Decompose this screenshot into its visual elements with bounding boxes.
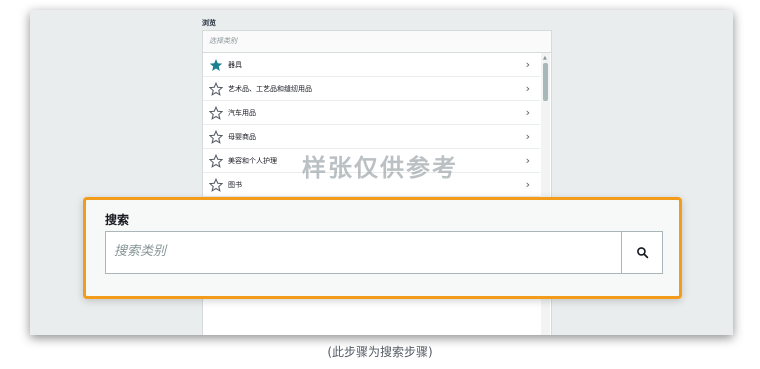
scrollbar-thumb[interactable] xyxy=(543,63,548,101)
scroll-up-icon[interactable]: ▲ xyxy=(543,55,547,61)
category-item-arts-crafts[interactable]: 艺术品、工艺品和缝纫用品 › xyxy=(203,77,540,101)
search-icon xyxy=(636,247,648,259)
chevron-right-icon: › xyxy=(525,58,530,71)
watermark: 样张仅供参考 xyxy=(302,154,458,182)
select-category-field[interactable]: 选择类别 xyxy=(203,31,551,53)
chevron-right-icon: › xyxy=(525,106,530,119)
category-label: 器具 xyxy=(228,60,242,69)
search-card-highlighted: 搜索 xyxy=(83,197,682,299)
category-item-baby[interactable]: 母婴商品 › xyxy=(203,125,540,149)
star-filled-icon[interactable] xyxy=(209,58,223,72)
category-label: 母婴商品 xyxy=(228,132,256,141)
category-label: 艺术品、工艺品和缝纫用品 xyxy=(228,84,312,93)
category-label: 汽车用品 xyxy=(228,108,256,117)
search-title: 搜索 xyxy=(105,213,130,227)
search-row xyxy=(105,231,663,274)
category-item-automotive[interactable]: 汽车用品 › xyxy=(203,101,540,125)
star-outline-icon[interactable] xyxy=(209,105,223,120)
browse-label: 浏览 xyxy=(202,19,216,27)
star-outline-icon[interactable] xyxy=(209,81,223,96)
category-item-appliances[interactable]: 器具 › xyxy=(203,53,540,77)
star-outline-icon[interactable] xyxy=(209,129,223,144)
search-input[interactable] xyxy=(106,232,621,271)
step-caption: (此步骤为搜索步骤) xyxy=(327,345,433,359)
search-button[interactable] xyxy=(621,232,662,273)
chevron-right-icon: › xyxy=(525,130,530,143)
chevron-right-icon: › xyxy=(525,82,530,95)
